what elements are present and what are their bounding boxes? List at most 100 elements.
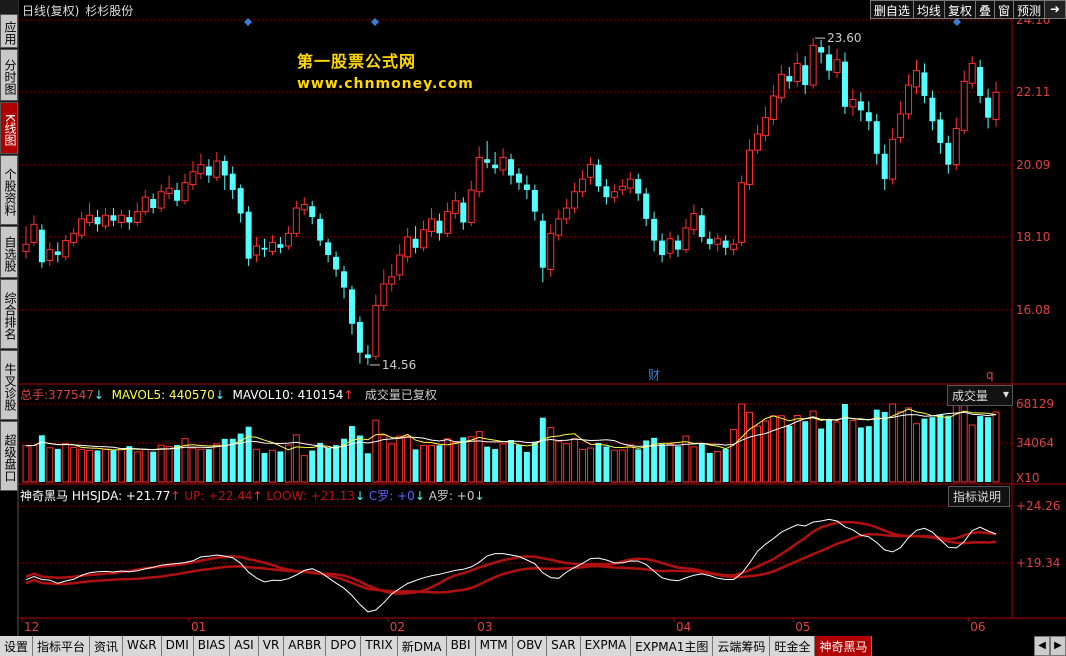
indicator-tab-0[interactable]: 设置: [0, 636, 34, 656]
indicator-tab-13[interactable]: MTM: [475, 636, 513, 656]
sidebar-tab-6[interactable]: 牛叉诊股: [0, 350, 18, 420]
indicator-tab-5[interactable]: BIAS: [193, 636, 231, 656]
candle-body: [523, 184, 530, 190]
toolbar-button-1[interactable]: 均线: [912, 0, 945, 19]
sidebar-tab-0[interactable]: 应用: [0, 14, 18, 48]
indicator-tab-6[interactable]: ASI: [230, 636, 259, 656]
candle-body: [857, 101, 864, 111]
volume-bar: [960, 403, 968, 483]
candle-body: [333, 256, 340, 270]
candle-body: [563, 207, 571, 220]
volume-indicator-select[interactable]: 成交量 ▾: [947, 385, 1013, 406]
sidebar-tab-7[interactable]: 超级盘口: [0, 421, 18, 491]
volume-bar: [992, 411, 1000, 483]
indicator-tab-9[interactable]: DPO: [326, 636, 362, 656]
volume-bar: [388, 443, 396, 483]
volume-bar: [690, 446, 698, 483]
sidebar-tab-4[interactable]: 自选股: [0, 226, 18, 278]
volume-bar: [531, 441, 538, 482]
indicator-tab-20[interactable]: 神奇黑马: [815, 636, 873, 656]
candle-body: [54, 251, 61, 256]
candle-body: [531, 189, 538, 212]
high-price-label: 23.60: [827, 31, 861, 45]
volume-bar: [372, 419, 380, 483]
candle-body: [253, 245, 261, 256]
scroll-right-icon[interactable]: ▶: [1050, 636, 1066, 656]
candle-body: [133, 211, 141, 223]
candle-body: [46, 249, 54, 261]
candle-body: [101, 214, 109, 227]
candle-body: [460, 202, 467, 223]
volume-bar: [618, 449, 626, 483]
indicator-help-button[interactable]: 指标说明: [948, 486, 1010, 507]
expand-arrow-icon[interactable]: ➜: [1044, 0, 1066, 19]
toolbar-button-4[interactable]: 窗: [993, 0, 1014, 19]
volume-bar: [261, 452, 268, 482]
sidebar-tab-2[interactable]: K线图: [0, 102, 18, 154]
candle-body: [492, 164, 499, 169]
candle-body: [818, 47, 825, 53]
indicator-tab-18[interactable]: 云端筹码: [713, 636, 771, 656]
candle-body: [674, 240, 681, 250]
volume-bar: [555, 440, 563, 483]
sidebar-tab-1[interactable]: 分时图: [0, 49, 18, 101]
sidebar-tab-3[interactable]: 个股资料: [0, 155, 18, 225]
volume-total: 377547: [48, 388, 94, 402]
candle-body: [722, 240, 729, 248]
chart-title: 日线(复权) 杉杉股份: [22, 2, 133, 19]
volume-bar: [818, 428, 825, 482]
volume-bar: [78, 448, 86, 483]
candle-body: [451, 200, 459, 214]
toolbar-button-5[interactable]: 预测: [1012, 0, 1045, 19]
candle-body: [643, 193, 650, 219]
indicator-tab-10[interactable]: TRIX: [361, 636, 398, 656]
down-arrow-icon: ↓: [355, 489, 366, 503]
volume-bar: [213, 443, 221, 483]
candle-body: [420, 229, 428, 249]
x-tick-label: 01: [191, 620, 206, 634]
volume-bar: [460, 437, 467, 482]
toolbar-button-2[interactable]: 复权: [943, 0, 976, 19]
volume-bar: [300, 455, 308, 483]
volume-bar: [659, 443, 666, 482]
volume-bar: [952, 403, 960, 483]
volume-bar: [46, 447, 54, 483]
volume-bar: [245, 426, 252, 482]
indicator-name: 神奇黑马: [20, 489, 69, 503]
candle-body: [38, 229, 45, 263]
candle-body: [292, 207, 300, 234]
down-arrow-icon: ↓: [474, 489, 485, 503]
indicator-tab-19[interactable]: 旺金全: [770, 636, 816, 656]
volume-bar: [189, 447, 197, 483]
scroll-left-icon[interactable]: ◀: [1034, 636, 1050, 656]
kline-chart[interactable]: 24.1022.1120.0918.1016.0823.6014.56财 q681…: [0, 0, 1066, 636]
indicator-tab-11[interactable]: 新DMA: [397, 636, 447, 656]
sidebar-tab-5[interactable]: 综合排名: [0, 279, 18, 349]
candle-body: [706, 238, 713, 245]
a-value: A罗: +0: [428, 489, 475, 503]
candle-body: [412, 238, 419, 248]
indicator-tab-17[interactable]: EXPMA1主图: [631, 636, 714, 656]
indicator-tab-15[interactable]: SAR: [547, 636, 581, 656]
indicator-tab-14[interactable]: OBV: [512, 636, 548, 656]
indicator-tab-8[interactable]: ARBR: [284, 636, 327, 656]
indicator-tab-12[interactable]: BBI: [446, 636, 476, 656]
toolbar-button-3[interactable]: 叠: [974, 0, 995, 19]
indicator-tab-3[interactable]: W&R: [123, 636, 162, 656]
x-tick-label: 05: [795, 620, 810, 634]
candle-body: [977, 67, 984, 96]
candle-body: [865, 112, 872, 122]
volume-bar: [508, 439, 514, 482]
indicator-tab-2[interactable]: 资讯: [90, 636, 124, 656]
volume-bar: [317, 442, 324, 482]
volume-bar: [197, 448, 205, 483]
volume-bar: [539, 417, 546, 482]
volume-bar: [325, 447, 332, 482]
indicator-tab-1[interactable]: 指标平台: [33, 636, 91, 656]
indicator-tab-16[interactable]: EXPMA: [580, 636, 632, 656]
indicator-tab-4[interactable]: DMI: [161, 636, 194, 656]
up-arrow-icon: ↑: [343, 388, 354, 402]
indicator-tab-7[interactable]: VR: [258, 636, 285, 656]
volume-bar: [675, 446, 681, 482]
toolbar-button-0[interactable]: 删自选: [869, 0, 914, 19]
